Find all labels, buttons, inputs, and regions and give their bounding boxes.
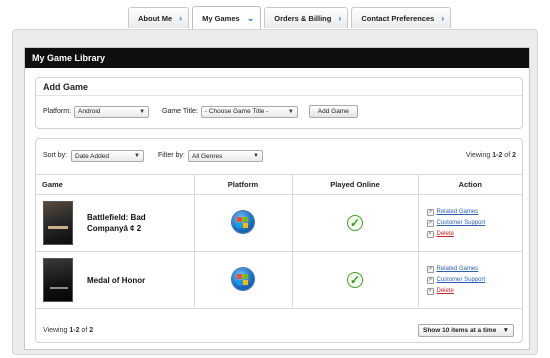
windows-icon <box>232 211 254 233</box>
sort-filter-row: Sort by: Date Added ▼ Filter by: All Gen… <box>36 150 522 164</box>
game-cell: Battlefield: Bad Companyâ ¢ 2 <box>36 194 194 252</box>
sort-label: Sort by: <box>43 152 68 159</box>
add-game-box: Add Game Platform: Android ▼ Game Title:… <box>35 77 523 129</box>
link-icon: ↗ <box>426 208 434 216</box>
content-panel: My Game Library Add Game Platform: Andro… <box>12 29 538 355</box>
platform-cell <box>193 251 292 309</box>
viewing-of: of <box>504 152 511 159</box>
action-customer-support[interactable]: ↗ Customer Support <box>426 275 523 286</box>
sort-select[interactable]: Date Added ▼ <box>71 150 144 162</box>
dropdown-arrow-icon: ▼ <box>139 108 146 115</box>
check-icon: ✓ <box>347 215 363 231</box>
action-customer-support[interactable]: ↗ Customer Support <box>426 218 523 229</box>
table-row: Medal of Honor ✓ ↗ Related Games ↗ Custo… <box>36 251 523 309</box>
viewing-of: of <box>81 327 88 334</box>
game-name[interactable]: Medal of Honor <box>87 275 162 286</box>
chevron-right-icon: › <box>179 13 183 23</box>
action-related-games[interactable]: ↗ Related Games <box>426 264 523 275</box>
dropdown-arrow-icon: ▼ <box>134 153 140 159</box>
games-list-panel: Sort by: Date Added ▼ Filter by: All Gen… <box>35 138 523 343</box>
game-title-select-value: - Choose Game Title - <box>204 108 269 115</box>
played-online-cell: ✓ <box>291 194 418 252</box>
action-cell: ↗ Related Games ↗ Customer Support × Del… <box>417 251 523 309</box>
link-icon: ↗ <box>426 276 434 284</box>
delete-icon: × <box>426 287 434 295</box>
chevron-right-icon: › <box>441 13 445 23</box>
tab-my-games[interactable]: My Games ⌄ <box>192 6 262 29</box>
viewing-range: 1-2 <box>492 152 503 159</box>
platform-label: Platform: <box>43 108 72 115</box>
tab-orders-billing[interactable]: Orders & Billing › <box>264 7 349 28</box>
add-game-button[interactable]: Add Game <box>308 105 358 118</box>
add-game-title: Add Game <box>36 78 522 96</box>
dropdown-arrow-icon: ▼ <box>253 153 259 159</box>
filter-select-value: All Genres <box>192 152 223 160</box>
viewing-total: 2 <box>89 327 94 334</box>
column-header-played-online[interactable]: Played Online <box>291 174 418 195</box>
add-game-row: Platform: Android ▼ Game Title: - Choose… <box>43 105 358 118</box>
dropdown-arrow-icon: ▼ <box>287 108 294 115</box>
viewing-prefix: Viewing <box>465 152 491 159</box>
filter-select[interactable]: All Genres ▼ <box>188 150 263 162</box>
sort-select-value: Date Added <box>75 152 109 160</box>
tab-label: About Me <box>138 13 173 23</box>
viewing-count-top: Viewing 1-2 of 2 <box>466 152 516 159</box>
tab-label: Contact Preferences <box>361 13 435 23</box>
table-header-row: Game Platform Played Online Action <box>36 174 522 195</box>
game-cell: Medal of Honor <box>36 251 194 309</box>
game-name[interactable]: Battlefield: Bad Companyâ ¢ 2 <box>87 212 162 234</box>
platform-cell <box>193 194 292 252</box>
games-table: Game Platform Played Online Action Battl… <box>36 174 522 309</box>
tab-contact-preferences[interactable]: Contact Preferences › <box>351 7 452 28</box>
action-related-games[interactable]: ↗ Related Games <box>426 207 523 218</box>
game-title-select[interactable]: - Choose Game Title - ▼ <box>200 105 298 118</box>
game-cover-image[interactable] <box>43 258 73 302</box>
delete-icon: × <box>426 230 434 238</box>
chevron-down-icon: ⌄ <box>246 12 255 23</box>
platform-select[interactable]: Android ▼ <box>74 105 150 118</box>
viewing-total: 2 <box>512 152 516 159</box>
delete-link[interactable]: Delete <box>437 288 454 294</box>
chevron-right-icon: › <box>338 13 342 23</box>
link-icon: ↗ <box>426 265 434 273</box>
tab-about-me[interactable]: About Me › <box>128 7 190 28</box>
profile-tabs: About Me › My Games ⌄ Orders & Billing ›… <box>128 6 454 29</box>
filter-label: Filter by: <box>158 152 185 159</box>
viewing-range: 1-2 <box>69 327 80 334</box>
customer-support-link[interactable]: Customer Support <box>437 277 486 283</box>
platform-select-value: Android <box>78 108 101 115</box>
windows-icon <box>232 268 254 290</box>
played-online-cell: ✓ <box>291 251 418 309</box>
customer-support-link[interactable]: Customer Support <box>437 220 486 226</box>
delete-link[interactable]: Delete <box>437 231 454 237</box>
tab-label: Orders & Billing <box>274 13 332 23</box>
link-icon: ↗ <box>426 219 434 227</box>
game-title-label: Game Title: <box>162 108 198 115</box>
page-size-select[interactable]: Show 10 items at a time ▼ <box>418 324 514 337</box>
related-games-link[interactable]: Related Games <box>437 209 479 215</box>
page-size-value: Show 10 items at a time <box>423 327 497 334</box>
viewing-prefix: Viewing <box>43 327 68 334</box>
game-library-panel: My Game Library Add Game Platform: Andro… <box>24 47 530 350</box>
column-header-game[interactable]: Game <box>36 174 194 195</box>
action-delete[interactable]: × Delete <box>426 286 523 297</box>
action-delete[interactable]: × Delete <box>426 229 523 240</box>
action-cell: ↗ Related Games ↗ Customer Support × Del… <box>417 194 523 252</box>
column-header-platform[interactable]: Platform <box>193 174 292 195</box>
library-title: My Game Library <box>25 48 529 68</box>
viewing-count-bottom: Viewing 1-2 of 2 <box>43 327 93 334</box>
table-row: Battlefield: Bad Companyâ ¢ 2 ✓ ↗ Relate… <box>36 194 523 252</box>
dropdown-arrow-icon: ▼ <box>502 327 509 334</box>
game-cover-image[interactable] <box>43 201 73 245</box>
table-footer: Viewing 1-2 of 2 Show 10 items at a time… <box>36 319 522 343</box>
column-header-action: Action <box>417 174 522 195</box>
check-icon: ✓ <box>347 272 363 288</box>
tab-label: My Games <box>202 13 240 23</box>
related-games-link[interactable]: Related Games <box>437 266 479 272</box>
